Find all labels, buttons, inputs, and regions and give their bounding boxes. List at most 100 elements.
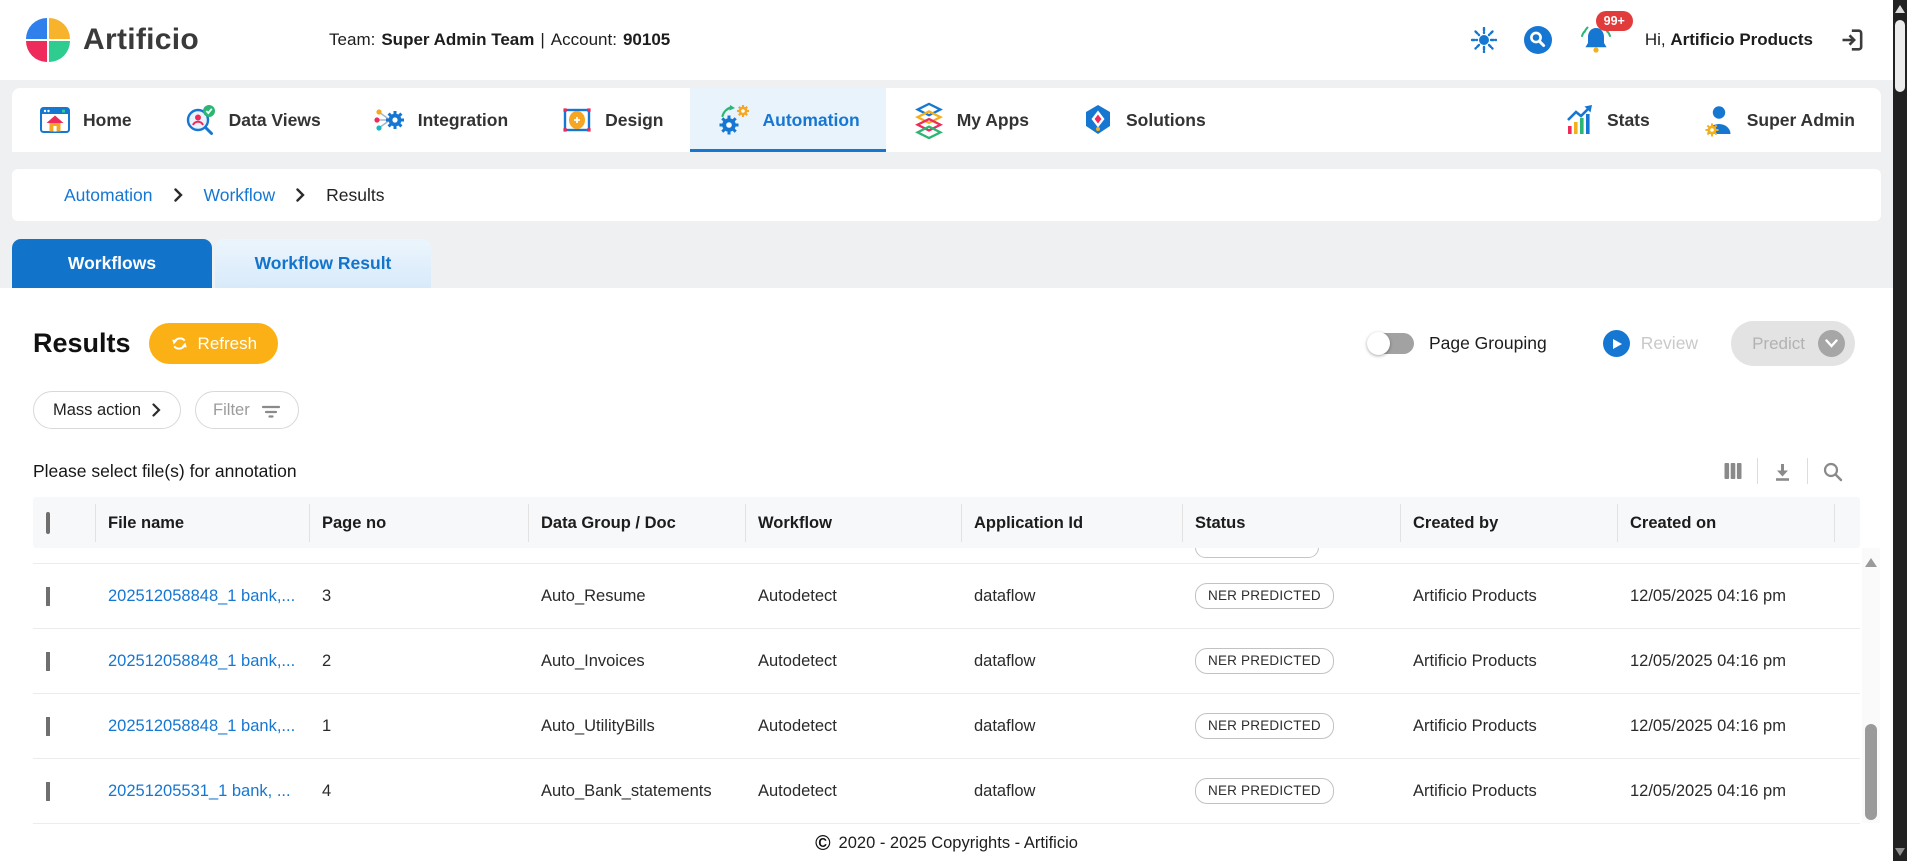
download-icon[interactable] (1772, 461, 1793, 482)
breadcrumb-automation[interactable]: Automation (64, 185, 153, 206)
filter-label: Filter (213, 400, 250, 419)
page-no-cell: 2 (322, 651, 332, 670)
account-value: 90105 (622, 30, 671, 49)
results-right-controls: Page Grouping Review Predict (1366, 321, 1855, 366)
divider: | (540, 30, 545, 49)
top-actions: 99+ Hi, Artificio Products (1470, 11, 1867, 57)
table-scrollbar-thumb[interactable] (1865, 724, 1877, 820)
nav-item-automation[interactable]: Automation (689, 88, 886, 152)
nav-item-super-admin[interactable]: Super Admin (1676, 88, 1881, 152)
created-on-cell: 12/05/2025 04:16 pm (1630, 651, 1786, 670)
page-scroll-down-icon[interactable] (1895, 848, 1905, 856)
created-on-cell: 12/05/2025 04:16 pm (1630, 781, 1786, 800)
created-by-cell: Artificio Products (1413, 651, 1537, 670)
col-file-name: File name (95, 503, 309, 542)
nav-item-design[interactable]: Design (534, 88, 689, 152)
page-scrollbar (1893, 0, 1907, 861)
nav-item-stats[interactable]: Stats (1538, 88, 1676, 152)
search-icon[interactable] (1523, 25, 1553, 55)
row-checkbox[interactable] (46, 716, 50, 736)
table-row: 202512058848_1 bank,... 1 Auto_UtilityBi… (33, 694, 1860, 759)
toggle-knob (1366, 332, 1390, 355)
nav-item-data-views[interactable]: Data Views (158, 88, 347, 152)
theme-sun-icon[interactable] (1470, 27, 1497, 53)
row-checkbox[interactable] (46, 586, 50, 606)
table-row: 20251205531_1 bank, ... 4 Auto_Bank_stat… (33, 759, 1860, 824)
notification-count-badge: 99+ (1595, 11, 1633, 31)
nav-label: Design (605, 109, 664, 130)
nav-label: Stats (1606, 109, 1650, 130)
col-created-by: Created by (1400, 503, 1617, 542)
file-name-link[interactable]: 202512058848_1 bank,... (108, 717, 295, 735)
refresh-icon (171, 337, 187, 350)
filter-button[interactable]: Filter (195, 391, 299, 429)
page-scroll-up-icon[interactable] (1895, 5, 1905, 13)
hint-row: Please select file(s) for annotation (0, 429, 1893, 484)
nav-item-integration[interactable]: Integration (347, 88, 534, 152)
page-no-cell: 1 (322, 716, 332, 735)
data-group-cell: Auto_Resume (541, 586, 646, 605)
workflow-cell: Autodetect (758, 651, 837, 670)
notifications-bell-icon[interactable]: 99+ (1579, 11, 1633, 57)
nav-item-solutions[interactable]: Solutions (1055, 88, 1232, 152)
nav-label: Solutions (1126, 109, 1206, 130)
row-checkbox[interactable] (46, 651, 50, 671)
predict-button[interactable]: Predict (1731, 321, 1855, 366)
nav-label: Home (83, 109, 132, 130)
file-name-link[interactable]: 202512058848_1 bank,... (108, 587, 295, 605)
page-no-cell: 3 (322, 586, 332, 605)
nav-label: Super Admin (1746, 109, 1855, 130)
col-created-on: Created on (1617, 503, 1834, 542)
page-grouping-toggle[interactable] (1366, 332, 1414, 355)
tab-workflow-result[interactable]: Workflow Result (215, 239, 431, 288)
scroll-up-arrow-icon[interactable] (1865, 558, 1877, 567)
nav-item-home[interactable]: Home (12, 88, 158, 152)
file-name-link[interactable]: 20251205531_1 bank, ... (108, 782, 291, 800)
brand-logo[interactable]: Artificio (26, 18, 199, 62)
tab-workflows[interactable]: Workflows (12, 239, 212, 288)
stats-icon (1567, 105, 1592, 134)
row-checkbox[interactable] (46, 781, 50, 801)
review-button[interactable]: Review (1602, 330, 1699, 357)
filter-icon (261, 405, 280, 418)
divider (1807, 458, 1808, 484)
table-body-viewport: 202512058848_1 bank,... 3 Auto_Resume Au… (33, 548, 1860, 857)
select-all-checkbox[interactable] (46, 511, 50, 534)
page-scrollbar-thumb[interactable] (1895, 20, 1905, 92)
review-label: Review (1640, 333, 1699, 353)
status-badge: NER PREDICTED (1195, 583, 1334, 609)
application-id-cell: dataflow (974, 716, 1036, 735)
my-apps-icon (914, 102, 943, 139)
table-search-icon[interactable] (1822, 461, 1843, 482)
logout-icon[interactable] (1839, 26, 1867, 54)
mass-action-button[interactable]: Mass action (33, 391, 182, 429)
application-id-cell: dataflow (974, 586, 1036, 605)
main-navigation: Home Data Views Integration Design Autom… (12, 88, 1881, 152)
breadcrumb-workflow[interactable]: Workflow (204, 185, 276, 206)
application-id-cell: dataflow (974, 781, 1036, 800)
nav-item-my-apps[interactable]: My Apps (886, 88, 1055, 152)
copyright-text: 2020 - 2025 Copyrights - Artificio (838, 834, 1078, 852)
status-badge: NER PREDICTED (1195, 713, 1334, 739)
refresh-button[interactable]: Refresh (148, 323, 279, 364)
play-icon (1602, 330, 1630, 357)
home-icon (40, 107, 70, 133)
nav-label: Data Views (228, 109, 321, 130)
workflow-cell: Autodetect (758, 781, 837, 800)
table-icons (1723, 458, 1843, 484)
table-row: 202512058848_1 bank,... 3 Auto_Resume Au… (33, 564, 1860, 629)
solutions-icon (1086, 105, 1110, 134)
results-table: File name Page no Data Group / Doc Workf… (33, 497, 1880, 857)
copyright-icon: © (815, 832, 831, 855)
account-label: Account: (550, 30, 617, 49)
results-toolbar: Results Refresh Page Grouping Review Pre… (0, 288, 1893, 366)
user-greeting: Hi, Artificio Products (1645, 30, 1813, 50)
columns-icon[interactable] (1723, 461, 1743, 481)
col-data-group: Data Group / Doc (528, 503, 745, 542)
page-no-cell: 4 (322, 781, 332, 800)
footer: © 2020 - 2025 Copyrights - Artificio (0, 826, 1893, 861)
file-name-link[interactable]: 202512058848_1 bank,... (108, 652, 295, 670)
top-header: Artificio Team: Super Admin Team | Accou… (0, 0, 1893, 80)
created-on-cell: 12/05/2025 04:16 pm (1630, 586, 1786, 605)
table-row: 202512058848_1 bank,... 2 Auto_Invoices … (33, 629, 1860, 694)
